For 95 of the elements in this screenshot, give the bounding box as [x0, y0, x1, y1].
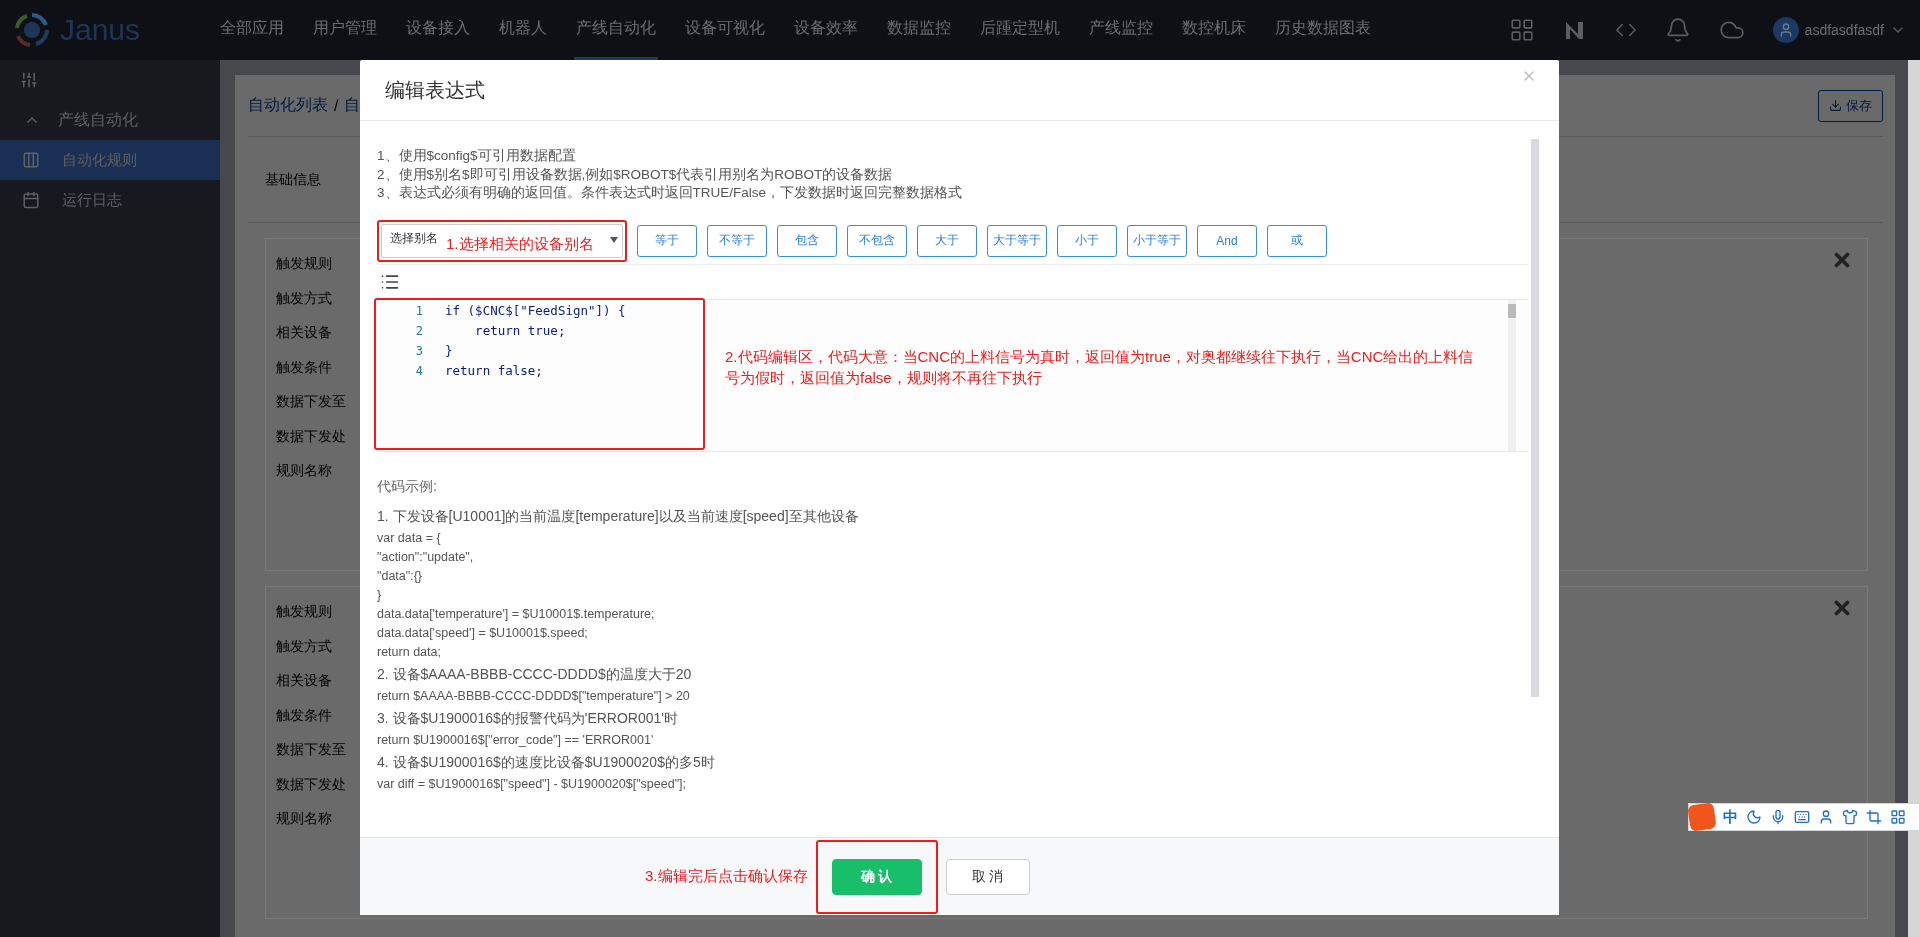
example-code-line: var diff = $U1900016$["speed"] - $U1900020$["speed"];	[377, 775, 688, 793]
example-code-line: }	[377, 586, 383, 604]
line-number: 3	[414, 343, 423, 358]
crop-icon[interactable]	[1866, 809, 1882, 825]
example-heading: 4. 设备$U1900016$的速度比设备$U1900020$的多5时	[377, 752, 716, 772]
save-button[interactable]: 保存	[1818, 89, 1883, 122]
example-code-line: "data":{}	[377, 567, 424, 585]
example-code-line: return data;	[377, 643, 442, 661]
cancel-button[interactable]: 取 消	[945, 858, 1030, 895]
operator-button[interactable]: 等于	[637, 224, 697, 257]
operator-button[interactable]: 小于等于	[1127, 224, 1187, 257]
download-icon	[1829, 99, 1842, 112]
sidebar-item[interactable]: 自动化规则	[0, 140, 220, 180]
field-label: 相关设备	[276, 324, 332, 342]
nav-tab[interactable]: 产线监控	[1087, 0, 1155, 60]
grid-icon[interactable]	[1508, 17, 1535, 43]
code-line: return true;	[474, 323, 566, 338]
nav-tab[interactable]: 用户管理	[311, 0, 379, 60]
operator-button[interactable]: 包含	[777, 224, 837, 257]
nav-tab[interactable]: 历史数据图表	[1273, 0, 1373, 60]
annotation-text: 2.代码编辑区，代码大意：当CNC的上料信号为真时，返回值为true，对奥都继续往下执行，当CNC给出的上料信号为假时，返回值为false，规则将不再往下执行	[725, 346, 1475, 388]
shirt-icon[interactable]	[1842, 809, 1858, 825]
breadcrumb-link[interactable]: 自动化列表	[248, 95, 328, 116]
nav-tab[interactable]: 设备可视化	[683, 0, 767, 60]
annotation-text: 3.编辑完后点击确认保存	[645, 867, 808, 886]
code-editor[interactable]: 1 if ($CNC$["FeedSign"]) { 2 return true; 3 } 4 return false; 2.代码编辑区，代码大意：当CNC的上料信号为真时，返回值为true，对奥都继续往下执行，当CNC给出的上料信号为假时，返回值为false，规则将不再往下执行	[377, 298, 1528, 452]
operator-button[interactable]: 大于等于	[987, 224, 1047, 257]
example-code-line: return $U1900016$["error_code"] == 'ERROR001'	[377, 731, 655, 749]
microphone-icon[interactable]	[1770, 809, 1786, 825]
nav-tab[interactable]: 机器人	[497, 0, 549, 60]
confirm-button[interactable]: 确 认	[831, 858, 922, 895]
operator-button[interactable]: 小于	[1057, 224, 1117, 257]
field-label: 数据下发至	[276, 741, 346, 759]
example-heading: 1. 下发设备[U10001]的当前温度[temperature]以及当前速度[speed]至其他设备	[377, 506, 860, 526]
field-label: 数据下发至	[276, 393, 346, 411]
operator-button[interactable]: 或	[1267, 224, 1327, 257]
nav-tab[interactable]: 数据监控	[885, 0, 953, 60]
breadcrumb-separator: /	[334, 96, 339, 115]
example-code-line: "action":"update",	[377, 548, 475, 566]
example-code-line: data.data['temperature'] = $U10001$.temperature;	[377, 605, 656, 623]
operator-button[interactable]: 不包含	[847, 224, 907, 257]
line-number: 1	[414, 303, 423, 318]
grid-icon[interactable]	[1890, 809, 1906, 825]
line-number: 2	[414, 323, 423, 338]
field-label: 数据下发处	[276, 427, 346, 446]
example-heading: 2. 设备$AAAA-BBBB-CCCC-DDDD$的温度大于20	[377, 664, 693, 684]
nav-tab[interactable]: 设备效率	[792, 0, 860, 60]
avatar-circle[interactable]	[1772, 17, 1799, 43]
alias-select[interactable]: 选择别名 1.选择相关的设备别名	[381, 223, 623, 258]
user-icon[interactable]	[1818, 809, 1834, 825]
columns-icon	[22, 151, 40, 169]
example-heading: 3. 设备$U1900016$的报警代码为'ERROR001'时	[377, 708, 679, 728]
annotation-text: 1.选择相关的设备别名	[446, 234, 594, 254]
nav-tab[interactable]: 全部应用	[218, 0, 286, 60]
field-label: 规则名称	[276, 462, 332, 480]
field-label: 触发条件	[276, 706, 332, 725]
nav-tab[interactable]: 后踵定型机	[978, 0, 1062, 60]
user-name: asdfasdfasdf	[1804, 22, 1884, 38]
ime-mode[interactable]: 中	[1723, 807, 1738, 827]
instruction-text: 3、表达式必须有明确的返回值。条件表达式时返回TRUE/False，下发数据时返回完整数据格式	[377, 184, 964, 202]
field-label: 触发方式	[276, 637, 332, 656]
field-label: 触发规则	[276, 255, 332, 273]
instruction-text: 2、使用$别名$即可引用设备数据,例如$ROBOT$代表引用别名为ROBOT的设备数据	[377, 165, 894, 184]
line-number: 4	[414, 363, 423, 378]
calendar-icon	[22, 191, 40, 209]
field-label: 触发方式	[276, 289, 332, 308]
example-code-line: var data = {	[377, 529, 442, 547]
keyboard-icon[interactable]	[1794, 809, 1810, 825]
instruction-text: 1、使用$config$可引用数据配置	[377, 147, 577, 165]
operator-button[interactable]: 大于	[917, 224, 977, 257]
breadcrumb-link[interactable]: 自	[344, 95, 361, 116]
example-code-line: return $AAAA-BBBB-CCCC-DDDD$["temperature"] > 20	[377, 687, 691, 705]
moon-icon[interactable]	[1746, 809, 1762, 825]
logo-ring-icon	[14, 12, 50, 48]
field-label: 触发条件	[276, 358, 332, 377]
field-label: 触发规则	[276, 603, 332, 621]
example-code-line: data.data['speed'] = $U10001$.speed;	[377, 624, 589, 642]
code-line: }	[445, 343, 453, 358]
operator-button[interactable]: And	[1197, 224, 1257, 257]
nav-tab[interactable]: 数控机床	[1180, 0, 1248, 60]
sidebar-group-label: 产线自动化	[58, 109, 138, 130]
field-label: 规则名称	[276, 810, 332, 828]
field-label: 相关设备	[276, 672, 332, 690]
sidebar-item[interactable]: 运行日志	[0, 180, 220, 220]
sliders-icon[interactable]	[20, 71, 38, 89]
page-tab[interactable]: 基础信息	[265, 170, 321, 189]
code-line: if ($CNC$["FeedSign"]) {	[445, 303, 626, 318]
operator-button[interactable]: 不等于	[707, 224, 767, 257]
field-label: 数据下发处	[276, 775, 346, 794]
caret-icon	[610, 236, 618, 243]
nav-tab[interactable]: 设备接入	[404, 0, 472, 60]
code-line: return false;	[445, 363, 543, 378]
logo-text: Janus	[60, 13, 141, 47]
modal-title: 编辑表达式	[385, 77, 485, 103]
examples-title: 代码示例:	[377, 477, 438, 496]
